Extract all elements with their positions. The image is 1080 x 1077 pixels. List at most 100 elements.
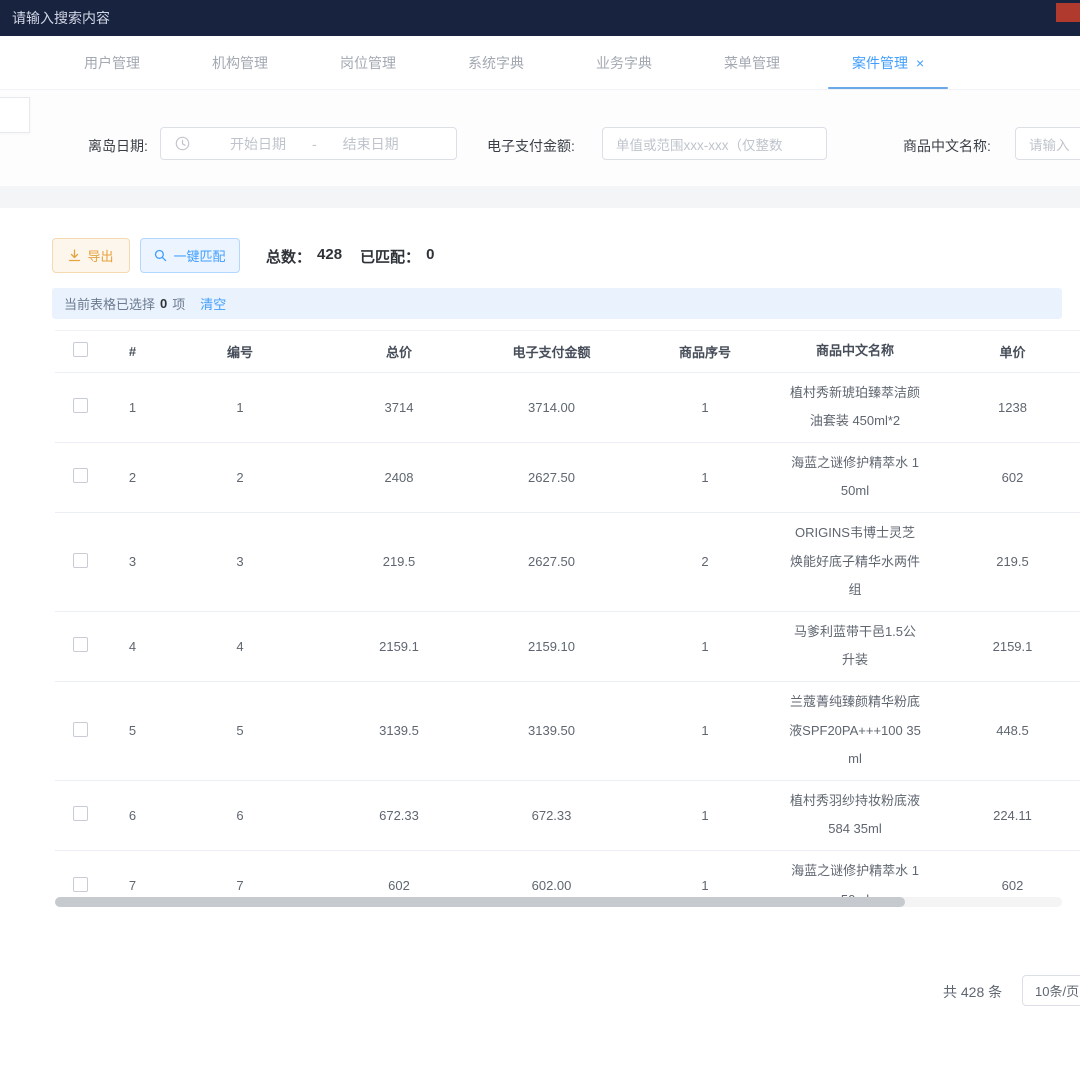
table-header-row: # 编号 总价 电子支付金额 商品序号 商品中文名称 单价	[55, 331, 1080, 373]
tab-label: 业务字典	[596, 53, 652, 73]
cell-product-name: 海蓝之谜修护精萃水 150ml	[785, 443, 925, 512]
match-stats: 总数： 428 已匹配： 0	[266, 246, 434, 267]
tab-label: 系统字典	[468, 53, 524, 73]
one-click-match-button[interactable]: 一键匹配	[140, 238, 240, 273]
tab-business-dict[interactable]: 业务字典	[560, 36, 688, 89]
cell-index: 3	[105, 548, 160, 575]
close-icon[interactable]: ×	[916, 55, 924, 71]
header-index: #	[105, 338, 160, 365]
epay-amount-label: 电子支付金额:	[487, 136, 575, 156]
product-name-input[interactable]: 请输入	[1015, 127, 1080, 160]
selection-count: 0	[160, 296, 167, 311]
match-button-label: 一键匹配	[173, 246, 225, 265]
cell-unit-price: 602	[925, 464, 1080, 491]
collapsed-panel-corner	[0, 97, 30, 133]
row-checkbox[interactable]	[73, 806, 88, 821]
table-hscrollbar-track[interactable]	[55, 897, 1062, 907]
cell-product-name: 植村秀羽纱持妆粉底液 584 35ml	[785, 781, 925, 850]
tab-label: 岗位管理	[340, 53, 396, 73]
cell-unit-price: 224.11	[925, 802, 1080, 829]
tab-post-mgmt[interactable]: 岗位管理	[304, 36, 432, 89]
tab-org-mgmt[interactable]: 机构管理	[176, 36, 304, 89]
tab-label: 案件管理	[852, 53, 908, 73]
total-value: 428	[317, 246, 342, 267]
cell-total: 3139.5	[320, 717, 478, 744]
tab-label: 用户管理	[84, 53, 140, 73]
search-icon	[154, 249, 167, 262]
cell-code: 5	[160, 717, 320, 744]
row-checkbox[interactable]	[73, 877, 88, 892]
cell-product-name: 植村秀新琥珀臻萃洁颜油套装 450ml*2	[785, 373, 925, 442]
cell-index: 4	[105, 633, 160, 660]
selection-prefix: 当前表格已选择	[64, 294, 155, 313]
export-button[interactable]: 导出	[52, 238, 130, 273]
row-checkbox[interactable]	[73, 637, 88, 652]
cell-epay: 2627.50	[478, 464, 625, 491]
row-checkbox[interactable]	[73, 468, 88, 483]
cell-index: 7	[105, 872, 160, 899]
tab-system-dict[interactable]: 系统字典	[432, 36, 560, 89]
cell-code: 6	[160, 802, 320, 829]
tab-bar: 用户管理 机构管理 岗位管理 系统字典 业务字典 菜单管理 案件管理 ×	[0, 36, 1080, 90]
row-checkbox[interactable]	[73, 398, 88, 413]
total-label: 总数：	[266, 246, 311, 267]
row-checkbox[interactable]	[73, 722, 88, 737]
cell-unit-price: 1238	[925, 394, 1080, 421]
cell-index: 5	[105, 717, 160, 744]
table-row: 1 1 3714 3714.00 1 植村秀新琥珀臻萃洁颜油套装 450ml*2…	[55, 373, 1080, 443]
pagination-total: 共 428 条	[943, 982, 1002, 1002]
select-all-checkbox[interactable]	[73, 342, 88, 357]
cell-code: 7	[160, 872, 320, 899]
clock-icon	[175, 136, 190, 151]
cell-item-no: 1	[625, 464, 785, 491]
header-code: 编号	[160, 336, 320, 367]
cell-code: 4	[160, 633, 320, 660]
cell-total: 2159.1	[320, 633, 478, 660]
export-button-label: 导出	[87, 246, 113, 265]
clear-selection-link[interactable]: 清空	[200, 294, 226, 313]
cell-epay: 602.00	[478, 872, 625, 899]
top-navbar: 请输入搜索内容	[0, 0, 1080, 36]
cell-code: 3	[160, 548, 320, 575]
download-icon	[68, 249, 81, 262]
cell-epay: 2159.10	[478, 633, 625, 660]
cell-item-no: 1	[625, 802, 785, 829]
table-row: 4 4 2159.1 2159.10 1 马爹利蓝带干邑1.5公升装 2159.…	[55, 612, 1080, 682]
cell-total: 219.5	[320, 548, 478, 575]
tab-label: 机构管理	[212, 53, 268, 73]
navbar-corner-badge	[1056, 3, 1080, 22]
cell-item-no: 1	[625, 633, 785, 660]
table-row: 3 3 219.5 2627.50 2 ORIGINS韦博士灵芝焕能好底子精华水…	[55, 513, 1080, 612]
cell-item-no: 1	[625, 717, 785, 744]
tab-user-mgmt[interactable]: 用户管理	[48, 36, 176, 89]
cell-index: 6	[105, 802, 160, 829]
table-hscrollbar-thumb[interactable]	[55, 897, 905, 907]
selection-suffix: 项	[172, 294, 185, 313]
global-search-input[interactable]: 请输入搜索内容	[12, 8, 272, 28]
tab-menu-mgmt[interactable]: 菜单管理	[688, 36, 816, 89]
tab-case-mgmt[interactable]: 案件管理 ×	[816, 36, 960, 89]
cell-item-no: 1	[625, 872, 785, 899]
start-date-placeholder: 开始日期	[230, 134, 286, 154]
cell-unit-price: 219.5	[925, 548, 1080, 575]
cell-code: 2	[160, 464, 320, 491]
page-size-select[interactable]: 10条/页	[1022, 975, 1080, 1006]
row-checkbox[interactable]	[73, 553, 88, 568]
cell-product-name: 马爹利蓝带干邑1.5公升装	[785, 612, 925, 681]
table-row: 5 5 3139.5 3139.50 1 兰蔻菁纯臻颜精华粉底液SPF20PA+…	[55, 682, 1080, 781]
cell-epay: 2627.50	[478, 548, 625, 575]
cell-total: 3714	[320, 394, 478, 421]
date-range-separator: -	[312, 136, 317, 152]
depart-date-range-input[interactable]: 开始日期 - 结束日期	[160, 127, 457, 160]
header-item-no: 商品序号	[625, 336, 785, 367]
header-unit-price: 单价	[925, 336, 1080, 367]
cell-total: 2408	[320, 464, 478, 491]
depart-date-label: 离岛日期:	[88, 136, 148, 156]
matched-label: 已匹配：	[360, 246, 420, 267]
end-date-placeholder: 结束日期	[343, 134, 399, 154]
cell-product-name: 兰蔻菁纯臻颜精华粉底液SPF20PA+++100 35ml	[785, 682, 925, 780]
cell-epay: 3714.00	[478, 394, 625, 421]
product-name-label: 商品中文名称:	[903, 136, 991, 156]
data-table: # 编号 总价 电子支付金额 商品序号 商品中文名称 单价 1 1 3714 3…	[55, 330, 1080, 905]
epay-amount-input[interactable]: 单值或范围xxx-xxx（仅整数	[602, 127, 827, 160]
